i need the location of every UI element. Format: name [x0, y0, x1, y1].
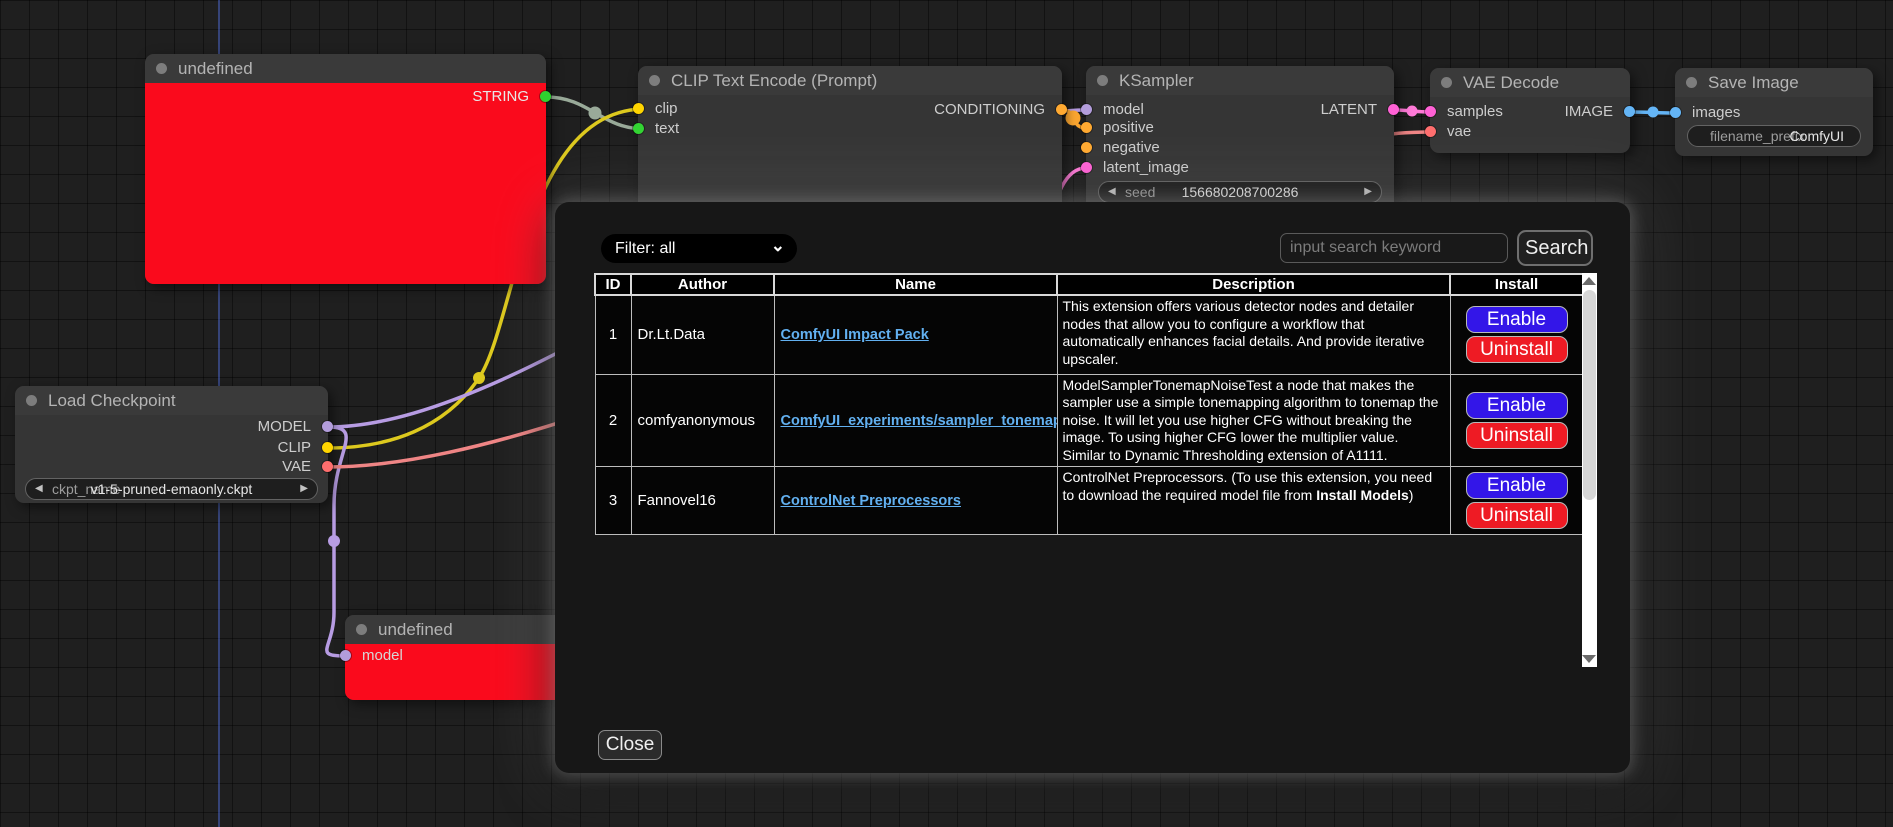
uninstall-button[interactable]: Uninstall — [1466, 336, 1568, 363]
text-port-icon[interactable] — [633, 123, 644, 134]
conditioning-port-icon[interactable] — [1081, 122, 1092, 133]
node-title[interactable]: undefined — [345, 615, 570, 644]
extensions-table: ID Author Name Description Install 1 Dr.… — [594, 273, 1584, 535]
output-model: MODEL — [15, 418, 328, 436]
latent-port-icon[interactable] — [1081, 162, 1092, 173]
close-button[interactable]: Close — [598, 730, 662, 760]
output-latent: LATENT — [1086, 101, 1394, 119]
cell-description: ControlNet Preprocessors. (To use this e… — [1057, 467, 1450, 535]
string-port-icon[interactable] — [540, 91, 551, 102]
node-ksampler[interactable]: KSampler model positive negative latent_… — [1086, 66, 1394, 216]
input-text: text — [638, 120, 1062, 138]
input-model: model — [345, 647, 570, 665]
uninstall-button[interactable]: Uninstall — [1466, 502, 1568, 529]
extensions-scroll-area: ID Author Name Description Install 1 Dr.… — [594, 273, 1597, 667]
table-row: 3 Fannovel16 ControlNet Preprocessors Co… — [595, 467, 1583, 535]
node-save-image[interactable]: Save Image images filename_prefix ComfyU… — [1675, 68, 1873, 156]
input-vae: vae — [1430, 123, 1630, 141]
extension-link[interactable]: ControlNet Preprocessors — [781, 493, 962, 509]
output-string: STRING — [145, 88, 546, 106]
seed-widget[interactable]: ◀ seed 156680208700286 ▶ — [1098, 181, 1382, 203]
search-button[interactable]: Search — [1517, 230, 1593, 266]
node-title[interactable]: undefined — [145, 54, 546, 83]
output-conditioning: CONDITIONING — [638, 101, 1062, 119]
col-header-description: Description — [1057, 274, 1450, 295]
input-negative: negative — [1086, 139, 1394, 157]
cell-description: This extension offers various detector n… — [1057, 295, 1450, 374]
cell-id: 1 — [595, 295, 631, 374]
node-title[interactable]: Save Image — [1675, 68, 1873, 97]
cell-author: Dr.Lt.Data — [631, 295, 774, 374]
comfyui-manager-dialog: Filter: all ⌄ Search ID Author Name Desc… — [555, 202, 1630, 773]
node-load-checkpoint[interactable]: Load Checkpoint MODEL CLIP VAE ◀ ckpt_na… — [15, 386, 328, 503]
extension-link[interactable]: ComfyUI_experiments/sampler_tonemap — [781, 413, 1058, 429]
collapse-dot-icon[interactable] — [1441, 77, 1452, 88]
collapse-dot-icon[interactable] — [156, 63, 167, 74]
scrollbar-thumb[interactable] — [1583, 290, 1596, 500]
model-port-icon[interactable] — [322, 421, 333, 432]
col-header-name: Name — [774, 274, 1057, 295]
vertical-scrollbar[interactable] — [1582, 273, 1597, 667]
cell-author: Fannovel16 — [631, 467, 774, 535]
search-input[interactable] — [1280, 233, 1508, 263]
table-header-row: ID Author Name Description Install — [595, 274, 1583, 295]
output-clip: CLIP — [15, 439, 328, 457]
enable-button[interactable]: Enable — [1466, 306, 1568, 333]
image-port-icon[interactable] — [1670, 107, 1681, 118]
extension-link[interactable]: ComfyUI Impact Pack — [781, 327, 929, 343]
col-header-id: ID — [595, 274, 631, 295]
col-header-author: Author — [631, 274, 774, 295]
ckpt-name-widget[interactable]: ◀ ckpt_name v1-5-pruned-emaonly.ckpt ▶ — [25, 478, 318, 500]
collapse-dot-icon[interactable] — [1686, 77, 1697, 88]
node-title[interactable]: Load Checkpoint — [15, 386, 328, 415]
node-undefined-top[interactable]: undefined STRING — [145, 54, 546, 284]
output-vae: VAE — [15, 458, 328, 476]
input-images: images — [1675, 104, 1873, 122]
chevron-down-icon: ⌄ — [771, 231, 785, 260]
node-undefined-bottom[interactable]: undefined model — [345, 615, 570, 700]
node-vae-decode[interactable]: VAE Decode samples vae IMAGE — [1430, 68, 1630, 153]
node-title[interactable]: CLIP Text Encode (Prompt) — [638, 66, 1062, 95]
conditioning-port-icon[interactable] — [1056, 104, 1067, 115]
col-header-install: Install — [1450, 274, 1583, 295]
cell-id: 2 — [595, 374, 631, 467]
latent-port-icon[interactable] — [1388, 104, 1399, 115]
cell-author: comfyanonymous — [631, 374, 774, 467]
node-clip-text-encode[interactable]: CLIP Text Encode (Prompt) clip text COND… — [638, 66, 1062, 216]
filename-prefix-widget[interactable]: filename_prefix ComfyUI — [1687, 125, 1861, 147]
cell-description: ModelSamplerTonemapNoiseTest a node that… — [1057, 374, 1450, 467]
scroll-up-icon[interactable] — [1582, 277, 1596, 285]
node-title[interactable]: KSampler — [1086, 66, 1394, 95]
input-positive: positive — [1086, 119, 1394, 137]
collapse-dot-icon[interactable] — [26, 395, 37, 406]
cell-id: 3 — [595, 467, 631, 535]
filter-select-value: Filter: all — [615, 240, 675, 257]
collapse-dot-icon[interactable] — [356, 624, 367, 635]
vae-port-icon[interactable] — [1425, 126, 1436, 137]
collapse-dot-icon[interactable] — [649, 75, 660, 86]
table-row: 1 Dr.Lt.Data ComfyUI Impact Pack This ex… — [595, 295, 1583, 374]
output-image: IMAGE — [1430, 103, 1630, 121]
conditioning-port-icon[interactable] — [1081, 142, 1092, 153]
increment-arrow-icon[interactable]: ▶ — [300, 479, 308, 499]
uninstall-button[interactable]: Uninstall — [1466, 422, 1568, 449]
table-row: 2 comfyanonymous ComfyUI_experiments/sam… — [595, 374, 1583, 467]
vae-port-icon[interactable] — [322, 461, 333, 472]
input-latent-image: latent_image — [1086, 159, 1394, 177]
clip-port-icon[interactable] — [322, 442, 333, 453]
enable-button[interactable]: Enable — [1466, 392, 1568, 419]
collapse-dot-icon[interactable] — [1097, 75, 1108, 86]
scroll-down-icon[interactable] — [1582, 655, 1596, 663]
node-title[interactable]: VAE Decode — [1430, 68, 1630, 97]
increment-arrow-icon[interactable]: ▶ — [1364, 182, 1372, 202]
filter-select[interactable]: Filter: all ⌄ — [601, 234, 797, 263]
image-port-icon[interactable] — [1624, 106, 1635, 117]
enable-button[interactable]: Enable — [1466, 472, 1568, 499]
model-port-icon[interactable] — [340, 650, 351, 661]
